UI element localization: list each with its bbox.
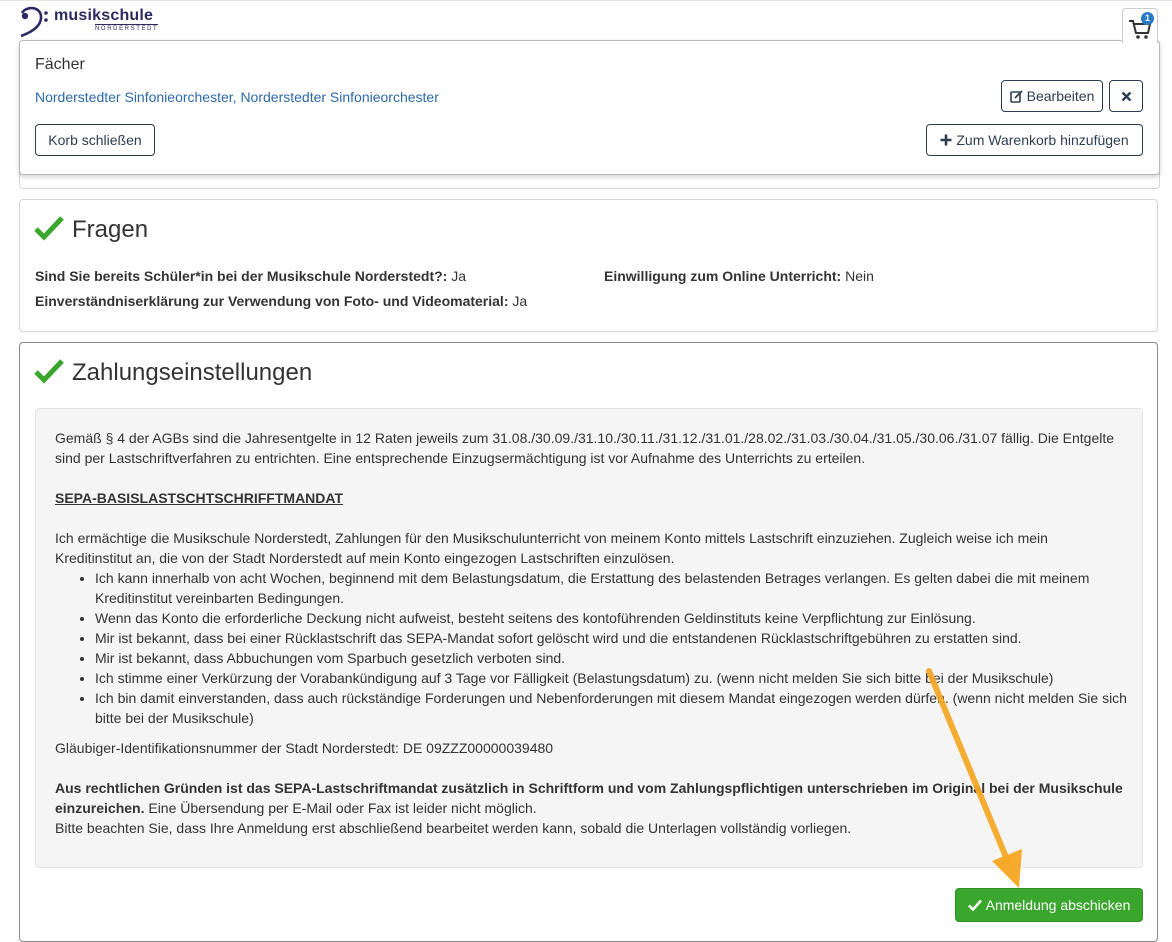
cart-count-badge: 1 bbox=[1141, 12, 1154, 25]
fragen-title: Fragen bbox=[72, 216, 149, 243]
top-bar: musikschule NORDERSTEDT 1 bbox=[0, 0, 1172, 43]
question-label: Einwilligung zum Online Unterricht: bbox=[604, 268, 842, 284]
checkmark-icon bbox=[34, 216, 64, 241]
add-to-cart-button[interactable]: Zum Warenkorb hinzufügen bbox=[926, 124, 1143, 156]
question-value: Nein bbox=[845, 268, 874, 284]
submit-registration-button[interactable]: Anmeldung abschicken bbox=[955, 888, 1143, 922]
question-value: Ja bbox=[451, 268, 467, 284]
payment-intro: Gemäß § 4 der AGBs sind die Jahresentgel… bbox=[55, 430, 1115, 466]
list-item: Ich kann innerhalb von acht Wochen, begi… bbox=[95, 568, 1155, 608]
check-icon bbox=[967, 899, 982, 911]
processing-note: Bitte beachten Sie, dass Ihre Anmeldung … bbox=[55, 820, 852, 836]
zahlung-title: Zahlungseinstellungen bbox=[72, 359, 313, 386]
close-cart-label: Korb schließen bbox=[48, 132, 142, 148]
list-item: Wenn das Konto die erforderliche Deckung… bbox=[95, 608, 1155, 628]
mandate-text: Ich ermächtige die Musikschule Norderste… bbox=[55, 530, 1048, 566]
close-cart-button[interactable]: Korb schließen bbox=[35, 124, 155, 156]
close-icon bbox=[1121, 91, 1131, 101]
question-schueler: Sind Sie bereits Schüler*in bei der Musi… bbox=[35, 268, 466, 284]
sepa-info-box: Gemäß § 4 der AGBs sind die Jahresentgel… bbox=[35, 408, 1143, 868]
mandate-conditions-list: Ich kann innerhalb von acht Wochen, begi… bbox=[55, 568, 1155, 728]
list-item: Mir ist bekannt, dass Abbuchungen vom Sp… bbox=[95, 648, 1155, 668]
edit-button-label: Bearbeiten bbox=[1026, 88, 1095, 104]
question-online: Einwilligung zum Online Unterricht: Nein bbox=[604, 268, 874, 284]
legal-notice: Aus rechtlichen Gründen ist das SEPA-Las… bbox=[55, 778, 1127, 818]
sepa-title: SEPA-BASISLASTSCHTSCHRIFFTMANDAT bbox=[55, 490, 344, 506]
list-item: Ich stimme einer Verkürzung der Vorabank… bbox=[95, 668, 1155, 688]
remove-item-button[interactable] bbox=[1109, 80, 1143, 112]
musikschule-logo[interactable]: musikschule NORDERSTEDT bbox=[18, 5, 159, 39]
zahlung-card: Zahlungseinstellungen Gemäß § 4 der AGBs… bbox=[19, 342, 1158, 942]
edit-icon bbox=[1009, 89, 1023, 103]
logo-text: musikschule bbox=[54, 7, 154, 24]
cart-popup-title: Fächer bbox=[35, 56, 85, 73]
question-label: Einverständniserklärung zur Verwendung v… bbox=[35, 293, 509, 309]
edit-button[interactable]: Bearbeiten bbox=[1001, 80, 1103, 112]
bass-clef-icon bbox=[20, 6, 48, 38]
fragen-card: Fragen Sind Sie bereits Schüler*in bei d… bbox=[19, 199, 1158, 332]
submit-label: Anmeldung abschicken bbox=[985, 897, 1131, 913]
plus-icon bbox=[940, 134, 952, 146]
question-label: Sind Sie bereits Schüler*in bei der Musi… bbox=[35, 268, 448, 284]
list-item: Ich bin damit einverstanden, dass auch r… bbox=[95, 688, 1155, 728]
cart-button[interactable]: 1 bbox=[1122, 8, 1158, 43]
legal-notice-rest: Eine Übersendung per E-Mail oder Fax ist… bbox=[148, 800, 537, 816]
cart-popup: Fächer Norderstedter Sinfonieorchester, … bbox=[19, 40, 1160, 175]
creditor-id: Gläubiger-Identifikationsnummer der Stad… bbox=[55, 740, 554, 756]
add-to-cart-label: Zum Warenkorb hinzufügen bbox=[956, 132, 1129, 148]
logo-subtext: NORDERSTEDT bbox=[95, 24, 159, 32]
cart-items-link[interactable]: Norderstedter Sinfonieorchester, Norders… bbox=[35, 89, 439, 105]
list-item: Mir ist bekannt, dass bei einer Rücklast… bbox=[95, 628, 1155, 648]
question-value: Ja bbox=[512, 293, 528, 309]
question-foto: Einverständniserklärung zur Verwendung v… bbox=[35, 293, 527, 309]
checkmark-icon bbox=[34, 359, 64, 384]
